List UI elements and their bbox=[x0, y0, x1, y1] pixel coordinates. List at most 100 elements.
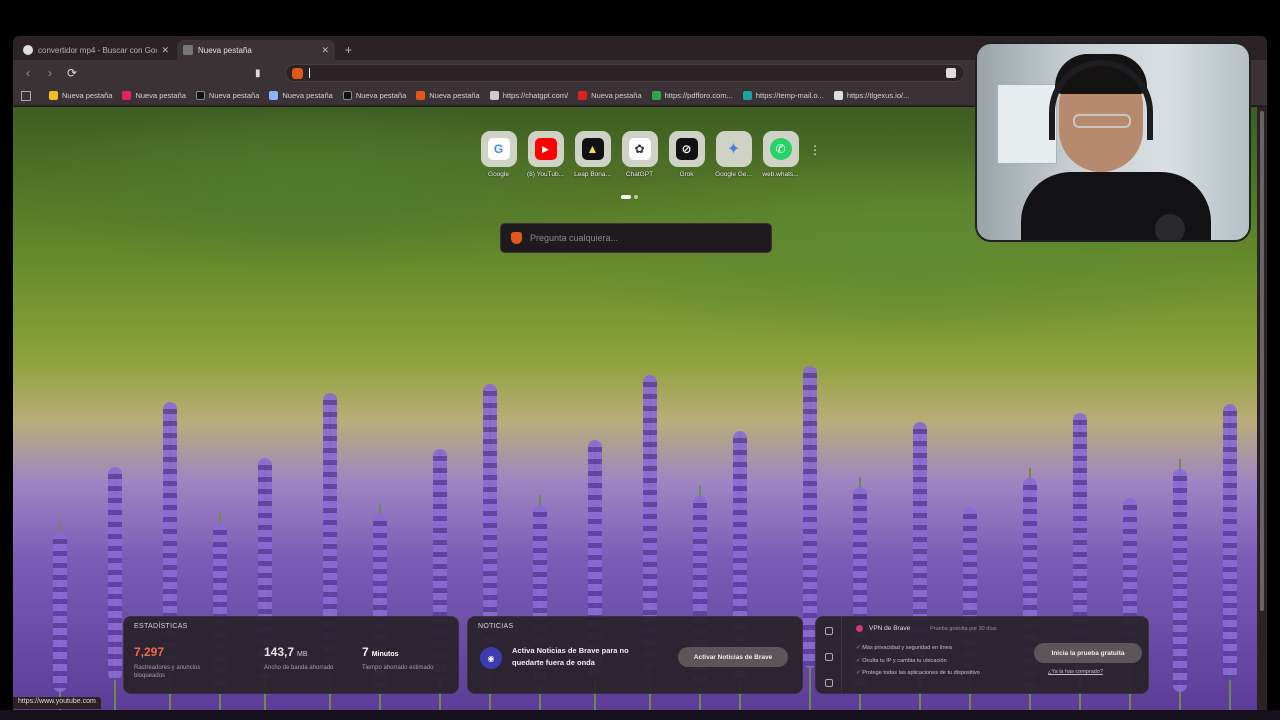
shortcut-tile[interactable]: ✆ bbox=[762, 131, 799, 167]
webcam-overlay bbox=[975, 42, 1251, 242]
new-tab-button[interactable]: + bbox=[345, 40, 352, 60]
reload-icon[interactable]: ⟳ bbox=[63, 64, 81, 82]
widget-side-rail bbox=[816, 617, 842, 693]
tab-new-tab[interactable]: Nueva pestaña ✕ bbox=[177, 40, 335, 60]
bookmark-favicon-icon bbox=[195, 91, 205, 100]
shortcut-grok[interactable]: ⊘ Grok bbox=[663, 131, 710, 178]
shortcut-youtube[interactable]: ▶ (8) YouTub... bbox=[522, 131, 569, 178]
bookmark-item[interactable]: https://pdfforo.com... bbox=[651, 91, 733, 100]
shortcut-tile[interactable]: ✿ bbox=[621, 131, 658, 167]
stat-desc: Ancho de banda ahorrado bbox=[264, 665, 334, 671]
shortcut-tile[interactable]: G bbox=[480, 131, 517, 167]
bookmark-icon[interactable]: ▮ bbox=[255, 68, 269, 79]
vpn-feature: Oculta tu IP y cambia tu ubicación bbox=[856, 655, 980, 668]
search-box[interactable] bbox=[500, 223, 772, 253]
bookmark-item[interactable]: Nueva pestaña bbox=[122, 91, 186, 100]
bookmark-item[interactable]: https://chatgpt.com/ bbox=[489, 91, 569, 100]
scrollbar-thumb[interactable] bbox=[1260, 111, 1264, 611]
stat-desc: Tiempo ahorrado estimado bbox=[362, 665, 434, 671]
bookmark-item[interactable]: Nueva pestaña bbox=[195, 91, 259, 100]
close-icon[interactable]: ✕ bbox=[321, 45, 329, 56]
already-bought-link[interactable]: ¿Ya la has comprado? bbox=[1048, 669, 1103, 675]
bookmark-favicon-icon bbox=[416, 91, 426, 100]
google-icon: G bbox=[487, 138, 510, 160]
bookmark-favicon-icon bbox=[342, 91, 352, 100]
shortcut-label: Leap Bona... bbox=[574, 171, 611, 178]
bookmark-favicon-icon bbox=[122, 91, 132, 100]
apps-grid-icon[interactable] bbox=[21, 90, 31, 101]
shortcut-gemini[interactable]: ✦ Google Ge... bbox=[710, 131, 757, 178]
news-text: Activa Noticias de Brave para no quedart… bbox=[512, 646, 629, 667]
shortcut-label: Google bbox=[488, 171, 509, 178]
shortcut-google[interactable]: G Google bbox=[475, 131, 522, 178]
bookmark-item[interactable]: Nueva pestaña bbox=[416, 91, 480, 100]
scrollbar[interactable] bbox=[1257, 107, 1267, 712]
stats-title: ESTADÍSTICAS bbox=[134, 623, 188, 630]
brave-lion-icon bbox=[511, 232, 522, 244]
bookmark-favicon-icon bbox=[49, 91, 58, 100]
glasses-icon bbox=[1073, 114, 1131, 128]
back-icon[interactable]: ‹ bbox=[19, 64, 37, 82]
shortcut-label: Grok bbox=[679, 171, 694, 178]
start-trial-button[interactable]: Inicia la prueba gratuita bbox=[1034, 643, 1142, 663]
bookmark-label: https://pdfforo.com... bbox=[664, 91, 733, 100]
shortcut-tile[interactable]: ▲ bbox=[574, 131, 611, 167]
gemini-icon: ✦ bbox=[726, 141, 741, 158]
close-icon[interactable]: ✕ bbox=[161, 45, 169, 56]
bookmark-label: https://tlgexus.io/... bbox=[846, 91, 910, 100]
forward-icon[interactable]: › bbox=[41, 64, 59, 82]
stat-trackers: 7,297 Rastreadores y anuncios bloqueados bbox=[134, 643, 216, 680]
stat-desc: Rastreadores y anuncios bloqueados bbox=[134, 665, 201, 679]
shortcut-chatgpt[interactable]: ✿ ChatGPT bbox=[616, 131, 663, 178]
bookmark-item[interactable]: Nueva pestaña bbox=[269, 91, 333, 100]
bookmark-label: Nueva pestaña bbox=[429, 91, 480, 100]
tab-title: convertidor mp4 - Buscar con Googl bbox=[38, 45, 158, 55]
stat-value: 7 bbox=[362, 645, 369, 659]
address-bar[interactable] bbox=[285, 64, 965, 82]
bookmark-label: Nueva pestaña bbox=[135, 91, 186, 100]
tab-search[interactable]: convertidor mp4 - Buscar con Googl ✕ bbox=[17, 40, 175, 60]
shortcut-leap[interactable]: ▲ Leap Bona... bbox=[569, 131, 616, 178]
bookmark-item[interactable]: https://tlgexus.io/... bbox=[833, 91, 910, 100]
status-url: https://www.youtube.com bbox=[13, 697, 101, 709]
bookmark-item[interactable]: Nueva pestaña bbox=[49, 91, 112, 100]
vpn-tab-icon[interactable] bbox=[825, 627, 833, 635]
lavender-flower bbox=[53, 532, 67, 692]
shortcut-tile[interactable]: ✦ bbox=[715, 131, 752, 167]
stat-value: 143,7 bbox=[264, 645, 295, 659]
bookmark-label: Nueva pestaña bbox=[62, 91, 113, 100]
stat-unit: MB bbox=[297, 651, 308, 658]
shortcut-pager[interactable] bbox=[621, 195, 638, 199]
vpn-feature: Más privacidad y seguridad en línea bbox=[856, 642, 980, 655]
more-options-icon[interactable]: ⋮ bbox=[809, 143, 821, 157]
bookmark-label: Nueva pestaña bbox=[591, 91, 642, 100]
news-icon: ◉ bbox=[480, 647, 502, 669]
bookmark-item[interactable]: https://temp-mail.o... bbox=[742, 91, 824, 100]
vpn-title: VPN de Brave bbox=[869, 625, 911, 632]
google-favicon-icon bbox=[23, 45, 33, 55]
bookmark-label: Nueva pestaña bbox=[282, 91, 333, 100]
brave-rewards-icon[interactable] bbox=[946, 68, 956, 78]
bookmark-item[interactable]: Nueva pestaña bbox=[342, 91, 406, 100]
bookmark-item[interactable]: Nueva pestaña bbox=[578, 91, 642, 100]
stat-time: 7 Minutos Tiempo ahorrado estimado bbox=[362, 643, 444, 672]
shortcut-whatsapp[interactable]: ✆ web.whats... bbox=[757, 131, 804, 178]
bookmark-favicon-icon bbox=[742, 91, 752, 100]
talk-tab-icon[interactable] bbox=[825, 679, 833, 687]
lavender-flower bbox=[108, 467, 122, 680]
bookmark-favicon-icon bbox=[489, 91, 499, 100]
shortcut-tile[interactable]: ⊘ bbox=[668, 131, 705, 167]
youtube-icon: ▶ bbox=[534, 138, 557, 160]
stat-bandwidth: 143,7 MB Ancho de banda ahorrado bbox=[264, 643, 346, 672]
shortcuts-row: G Google ▶ (8) YouTub... ▲ Leap Bona... … bbox=[475, 131, 804, 178]
shortcut-tile[interactable]: ▶ bbox=[527, 131, 564, 167]
alert-tab-icon[interactable] bbox=[825, 653, 833, 661]
lavender-flower bbox=[1173, 469, 1187, 692]
search-input[interactable] bbox=[530, 233, 750, 243]
bookmark-label: https://chatgpt.com/ bbox=[502, 91, 569, 100]
brave-shield-icon[interactable] bbox=[292, 67, 303, 79]
leap-icon: ▲ bbox=[581, 138, 604, 160]
tab-title: Nueva pestaña bbox=[198, 45, 252, 55]
enable-news-button[interactable]: Activar Noticias de Brave bbox=[678, 647, 788, 667]
shortcut-label: web.whats... bbox=[762, 171, 799, 178]
